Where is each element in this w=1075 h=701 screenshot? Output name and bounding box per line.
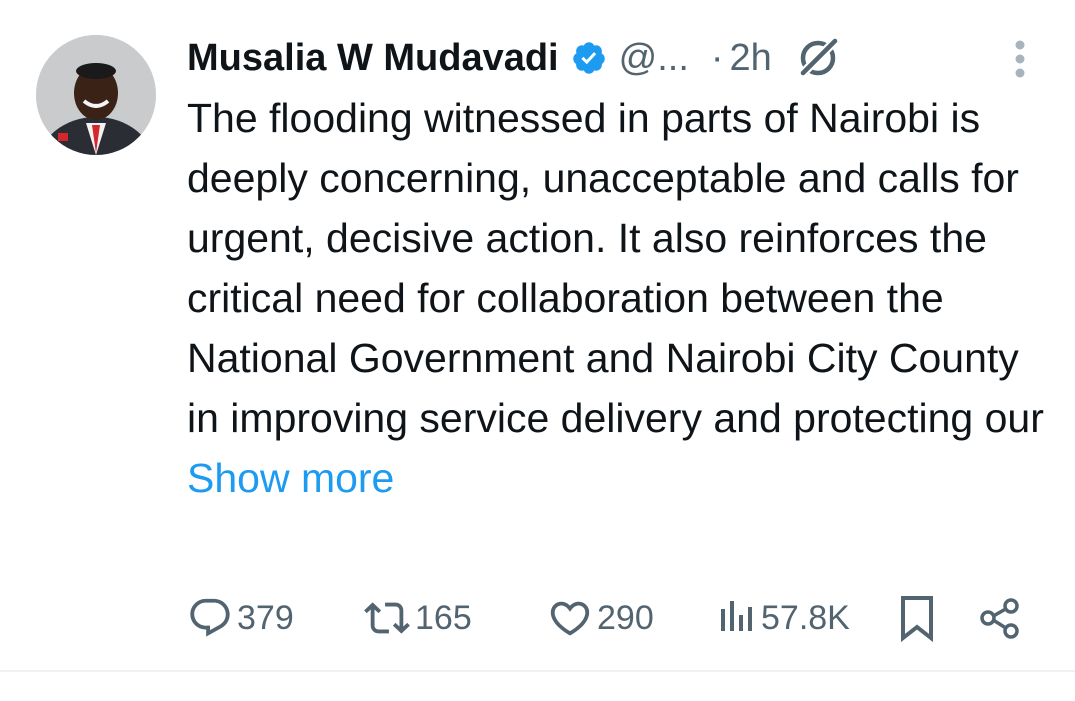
bookmark-button[interactable] bbox=[897, 590, 937, 646]
share-icon bbox=[977, 595, 1023, 641]
repost-button[interactable]: 165 bbox=[363, 590, 472, 646]
author-name[interactable]: Musalia W Mudavadi bbox=[187, 37, 559, 80]
bookmark-icon bbox=[897, 594, 937, 642]
verified-badge-icon bbox=[571, 40, 607, 76]
time-separator: · bbox=[710, 36, 724, 79]
analytics-icon bbox=[717, 595, 757, 641]
tweet-text: The flooding witnessed in parts of Nairo… bbox=[187, 88, 1057, 508]
avatar[interactable] bbox=[36, 35, 156, 155]
reply-count: 379 bbox=[237, 598, 294, 637]
avatar-image bbox=[36, 35, 156, 155]
action-bar: 379 165 290 57.8K bbox=[187, 590, 1037, 646]
reply-icon bbox=[187, 595, 233, 641]
tweet-body: The flooding witnessed in parts of Nairo… bbox=[187, 95, 1044, 441]
like-count: 290 bbox=[597, 598, 654, 637]
reply-button[interactable]: 379 bbox=[187, 590, 294, 646]
repost-icon bbox=[363, 595, 411, 641]
tweet[interactable]: Musalia W Mudavadi @... · 2h The floodin… bbox=[0, 0, 1075, 672]
heart-icon bbox=[547, 595, 593, 641]
views-button[interactable]: 57.8K bbox=[717, 590, 850, 646]
show-more-link[interactable]: Show more bbox=[187, 455, 394, 501]
author-handle[interactable]: @... bbox=[619, 37, 689, 80]
share-button[interactable] bbox=[977, 590, 1023, 646]
repost-count: 165 bbox=[415, 598, 472, 637]
views-count: 57.8K bbox=[761, 598, 850, 637]
more-vertical-icon[interactable] bbox=[1004, 38, 1036, 80]
tweet-header: Musalia W Mudavadi @... · 2h bbox=[187, 30, 1047, 86]
like-button[interactable]: 290 bbox=[547, 590, 654, 646]
timestamp[interactable]: 2h bbox=[730, 37, 772, 80]
grok-icon[interactable] bbox=[794, 34, 842, 82]
